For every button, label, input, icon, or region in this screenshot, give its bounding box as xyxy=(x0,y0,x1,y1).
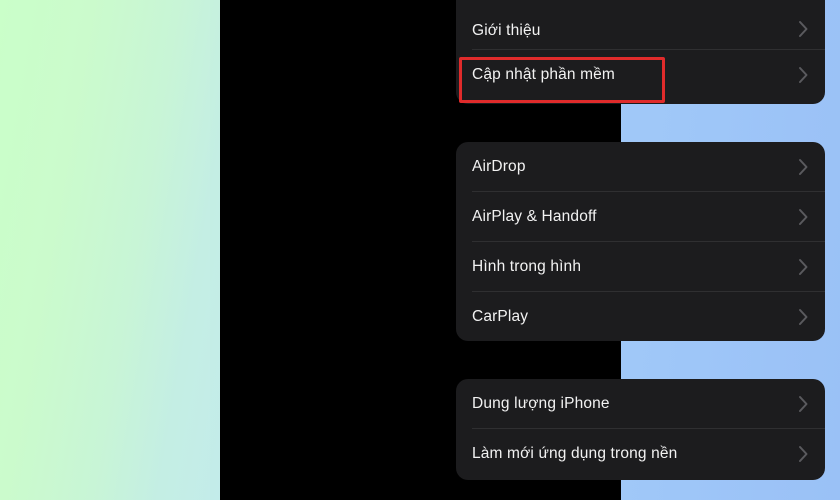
settings-row-gioi-thieu[interactable]: Giới thiệu xyxy=(456,0,825,50)
settings-row-carplay[interactable]: CarPlay xyxy=(456,292,825,341)
screenshot-canvas: Giới thiệu Cập nhật phần mềm AirDrop Air… xyxy=(0,0,840,500)
settings-group-general: Giới thiệu Cập nhật phần mềm xyxy=(456,0,825,104)
settings-group-storage: Dung lượng iPhone Làm mới ứng dụng trong… xyxy=(456,379,825,480)
chevron-right-icon xyxy=(798,258,809,276)
settings-row-label: Làm mới ứng dụng trong nền xyxy=(472,445,678,463)
settings-row-lam-moi-ung-dung-trong-nen[interactable]: Làm mới ứng dụng trong nền xyxy=(456,429,825,479)
settings-row-label: CarPlay xyxy=(472,308,529,326)
settings-group-connectivity: AirDrop AirPlay & Handoff Hình trong hìn… xyxy=(456,142,825,341)
settings-row-label: Giới thiệu xyxy=(472,21,541,39)
settings-row-label: Cập nhật phần mềm xyxy=(472,66,615,84)
chevron-right-icon xyxy=(798,208,809,226)
settings-row-label: AirDrop xyxy=(472,158,526,176)
settings-row-label: Dung lượng iPhone xyxy=(472,395,610,413)
chevron-right-icon xyxy=(798,395,809,413)
settings-row-label: AirPlay & Handoff xyxy=(472,208,597,226)
background-left-gradient xyxy=(0,0,220,500)
phone-screen: Giới thiệu Cập nhật phần mềm AirDrop Air… xyxy=(220,0,825,500)
settings-row-dung-luong-iphone[interactable]: Dung lượng iPhone xyxy=(456,379,825,429)
chevron-right-icon xyxy=(798,445,809,463)
chevron-right-icon xyxy=(798,158,809,176)
settings-row-airdrop[interactable]: AirDrop xyxy=(456,142,825,192)
settings-row-airplay-handoff[interactable]: AirPlay & Handoff xyxy=(456,192,825,242)
settings-row-cap-nhat-phan-mem[interactable]: Cập nhật phần mềm xyxy=(456,50,825,100)
chevron-right-icon xyxy=(798,66,809,84)
chevron-right-icon xyxy=(798,20,809,38)
settings-row-label: Hình trong hình xyxy=(472,258,582,276)
settings-row-hinh-trong-hinh[interactable]: Hình trong hình xyxy=(456,242,825,292)
chevron-right-icon xyxy=(798,308,809,326)
